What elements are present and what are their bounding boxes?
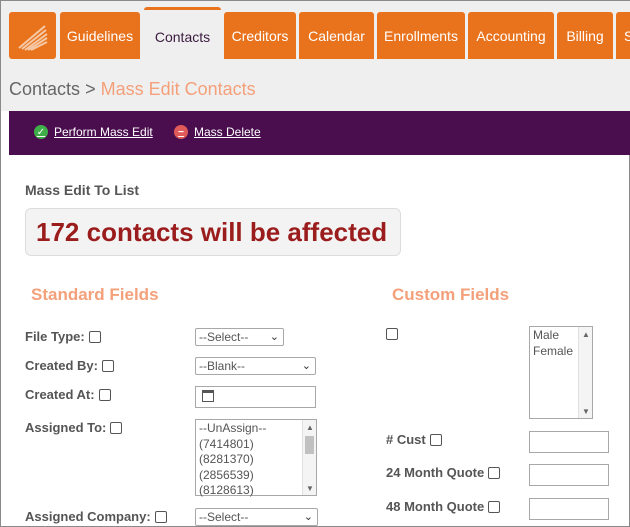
assigned-to-field: Assigned To: bbox=[25, 420, 123, 435]
cust-field: # Cust bbox=[386, 432, 442, 447]
quote48-field: 48 Month Quote bbox=[386, 499, 501, 514]
created-by-label: Created By: bbox=[25, 358, 98, 373]
list-item[interactable]: (2856539) bbox=[196, 468, 316, 484]
quote24-field: 24 Month Quote bbox=[386, 465, 501, 480]
assigned-company-field: Assigned Company: bbox=[25, 509, 167, 524]
affected-count: 172 contacts will be affected bbox=[25, 208, 401, 256]
assigned-to-listbox[interactable]: --UnAssign-- (7414801) (8281370) (285653… bbox=[195, 419, 317, 499]
gender-field bbox=[386, 328, 398, 340]
minus-circle-icon: − bbox=[174, 125, 188, 139]
mass-edit-label: Mass Edit To List bbox=[25, 182, 140, 198]
mass-delete-label: Mass Delete bbox=[194, 125, 261, 139]
assigned-to-checkbox[interactable] bbox=[110, 421, 123, 434]
quote48-label: 48 Month Quote bbox=[386, 499, 485, 514]
gender-listbox[interactable]: Male Female ▲ ▼ bbox=[529, 326, 593, 419]
scroll-down-arrow-icon[interactable]: ▼ bbox=[579, 404, 593, 418]
logo-icon bbox=[18, 25, 48, 51]
scroll-down-arrow-icon[interactable]: ▼ bbox=[303, 481, 317, 495]
calendar-icon[interactable] bbox=[202, 390, 214, 402]
assigned-company-value: --Select-- bbox=[199, 510, 249, 524]
tab-calendar[interactable]: Calendar bbox=[299, 12, 374, 59]
tab-overflow[interactable]: S bbox=[616, 12, 630, 59]
scroll-up-arrow-icon[interactable]: ▲ bbox=[579, 327, 593, 341]
tab-billing[interactable]: Billing bbox=[557, 12, 613, 59]
quote24-label: 24 Month Quote bbox=[386, 465, 485, 480]
file-type-value: --Select-- bbox=[199, 330, 249, 344]
quote48-input[interactable] bbox=[529, 498, 609, 520]
list-item[interactable]: (7414801) bbox=[196, 437, 316, 453]
created-at-date-input[interactable] bbox=[195, 386, 316, 408]
breadcrumb-current: Mass Edit Contacts bbox=[100, 79, 256, 99]
file-type-label: File Type: bbox=[25, 329, 85, 344]
assigned-to-label: Assigned To: bbox=[25, 420, 107, 435]
created-at-label: Created At: bbox=[25, 387, 95, 402]
list-item[interactable]: --UnAssign-- bbox=[196, 421, 316, 437]
created-by-value: --Blank-- bbox=[199, 359, 246, 373]
perform-mass-edit-label: Perform Mass Edit bbox=[54, 125, 153, 139]
breadcrumb: Contacts > Mass Edit Contacts bbox=[9, 79, 256, 100]
created-by-field: Created By: bbox=[25, 358, 114, 373]
list-item[interactable]: (8128613) bbox=[196, 483, 316, 499]
cust-label: # Cust bbox=[386, 432, 426, 447]
file-type-checkbox[interactable] bbox=[88, 330, 101, 343]
app-logo[interactable] bbox=[9, 12, 56, 59]
created-at-field: Created At: bbox=[25, 387, 111, 402]
file-type-field: File Type: bbox=[25, 329, 101, 344]
listbox-scrollbar[interactable]: ▲ ▼ bbox=[578, 327, 592, 418]
scrollbar-thumb[interactable] bbox=[305, 436, 314, 454]
tab-contacts[interactable]: Contacts bbox=[144, 7, 221, 69]
standard-fields-heading: Standard Fields bbox=[31, 285, 159, 304]
mass-delete-link[interactable]: − Mass Delete bbox=[174, 125, 261, 139]
tab-creditors[interactable]: Creditors bbox=[224, 12, 296, 59]
breadcrumb-parent[interactable]: Contacts bbox=[9, 79, 80, 99]
check-circle-icon: ✓ bbox=[34, 125, 48, 139]
chevron-down-icon: ⌄ bbox=[269, 331, 279, 343]
assigned-company-label: Assigned Company: bbox=[25, 509, 151, 524]
tab-accounting[interactable]: Accounting bbox=[468, 12, 554, 59]
scroll-up-arrow-icon[interactable]: ▲ bbox=[303, 420, 317, 434]
created-by-checkbox[interactable] bbox=[101, 359, 114, 372]
tab-enrollments[interactable]: Enrollments bbox=[377, 12, 465, 59]
tab-guidelines[interactable]: Guidelines bbox=[60, 12, 140, 59]
created-at-checkbox[interactable] bbox=[98, 388, 111, 401]
list-item[interactable]: (8281370) bbox=[196, 452, 316, 468]
assigned-company-select[interactable]: --Select-- ⌄ bbox=[195, 508, 318, 526]
assigned-company-checkbox[interactable] bbox=[154, 510, 167, 523]
cust-checkbox[interactable] bbox=[429, 433, 442, 446]
quote48-checkbox[interactable] bbox=[488, 500, 501, 513]
chevron-down-icon: ⌄ bbox=[301, 360, 311, 372]
quote24-input[interactable] bbox=[529, 464, 609, 486]
perform-mass-edit-link[interactable]: ✓ Perform Mass Edit bbox=[34, 125, 153, 139]
gender-checkbox[interactable] bbox=[386, 328, 398, 340]
chevron-down-icon: ⌄ bbox=[303, 511, 313, 523]
custom-fields-heading: Custom Fields bbox=[392, 285, 510, 304]
cust-input[interactable] bbox=[529, 431, 609, 453]
created-by-select[interactable]: --Blank-- ⌄ bbox=[195, 357, 316, 375]
breadcrumb-separator: > bbox=[85, 79, 96, 99]
file-type-select[interactable]: --Select-- ⌄ bbox=[195, 328, 284, 346]
listbox-scrollbar[interactable]: ▲ ▼ bbox=[302, 420, 316, 495]
quote24-checkbox[interactable] bbox=[488, 466, 501, 479]
